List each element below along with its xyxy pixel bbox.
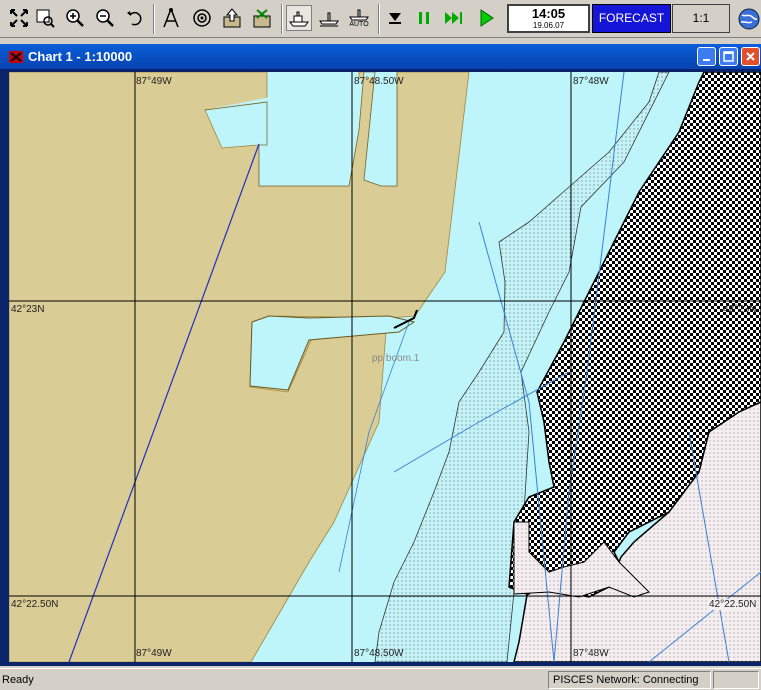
- auto-mode-icon: [349, 9, 369, 21]
- down-button[interactable]: [382, 5, 408, 31]
- zoom-window-icon: [36, 9, 55, 28]
- clock-date: 19.06.07: [532, 21, 565, 30]
- zoom-in-button[interactable]: [62, 5, 88, 31]
- maximize-button[interactable]: [719, 47, 738, 66]
- play-button[interactable]: [473, 5, 499, 31]
- lon-label-top-1: 87°49W: [136, 76, 172, 87]
- export-icon: [223, 8, 241, 28]
- scale-button[interactable]: 1:1: [672, 4, 730, 33]
- status-ready: Ready: [2, 674, 34, 686]
- app-icon: [9, 51, 23, 63]
- target-icon: [193, 9, 211, 27]
- chart-canvas[interactable]: [9, 72, 761, 662]
- minimize-icon: [703, 59, 710, 61]
- lon-label-bottom-1: 87°49W: [136, 648, 172, 659]
- undo-icon: [127, 11, 142, 26]
- fast-forward-icon: [445, 12, 462, 24]
- lat-label-2: 42°22.50N: [11, 599, 59, 610]
- ship-mode-icon: [289, 11, 309, 27]
- maximize-icon: [723, 51, 734, 62]
- lat-label-right-1: 42°23N: [723, 304, 757, 315]
- forecast-button[interactable]: FORECAST: [592, 4, 671, 33]
- undo-button[interactable]: [122, 5, 148, 31]
- lon-label-top-3: 87°48W: [573, 76, 609, 87]
- pause-icon: [419, 12, 429, 24]
- lon-label-bottom-2: 87°48.50W: [354, 648, 404, 659]
- zoom-out-button[interactable]: [92, 5, 118, 31]
- clock-display: 14:05 19.06.07: [507, 4, 590, 33]
- status-cell: [713, 671, 759, 689]
- ship-mode-button[interactable]: [286, 5, 312, 31]
- window-title: Chart 1 - 1:10000: [28, 49, 133, 64]
- layers-icon: [253, 9, 271, 28]
- zoom-out-icon: [96, 9, 114, 27]
- zoom-in-icon: [66, 9, 84, 27]
- nautical-chart[interactable]: 87°49W 87°48.50W 87°48W 87°49W 87°48.50W…: [9, 72, 761, 662]
- auto-mode-button[interactable]: AUTO: [346, 5, 372, 31]
- close-icon: [746, 52, 755, 61]
- fit-chart-button[interactable]: [6, 5, 32, 31]
- fast-forward-button[interactable]: [441, 5, 467, 31]
- minimize-button[interactable]: [697, 47, 716, 66]
- network-globe-button[interactable]: [737, 6, 761, 32]
- ship-mode-2-icon: [319, 12, 339, 27]
- close-button[interactable]: [741, 47, 760, 66]
- clock-time: 14:05: [531, 6, 566, 21]
- down-icon: [389, 13, 401, 24]
- target-button[interactable]: [189, 5, 215, 31]
- compass-button[interactable]: [158, 5, 184, 31]
- export-button[interactable]: [219, 5, 245, 31]
- status-bar: Ready PISCES Network: Connecting: [0, 668, 761, 690]
- auto-label: AUTO: [349, 21, 369, 28]
- ship-mode-2-button[interactable]: [316, 5, 342, 31]
- lon-label-top-2: 87°48.50W: [354, 76, 404, 87]
- chart-window: Chart 1 - 1:10000 87°49W 87°48.50W 87°48…: [0, 44, 761, 666]
- pause-button[interactable]: [411, 5, 437, 31]
- compass-icon: [163, 8, 179, 28]
- window-titlebar[interactable]: Chart 1 - 1:10000: [0, 44, 761, 69]
- lon-label-bottom-3: 87°48W: [573, 648, 609, 659]
- globe-icon: [738, 8, 760, 30]
- toolbar: AUTO 14:05 19.06.07 FORECAST 1:1: [0, 0, 761, 38]
- play-icon: [480, 9, 494, 27]
- status-network: PISCES Network: Connecting: [548, 671, 711, 689]
- lat-label-1: 42°23N: [11, 304, 45, 315]
- layers-button[interactable]: [249, 5, 275, 31]
- zoom-window-button[interactable]: [32, 5, 58, 31]
- object-label[interactable]: pp boom.1: [372, 353, 419, 364]
- fit-chart-icon: [10, 9, 28, 27]
- lat-label-right-2: 42°22.50N: [709, 599, 757, 610]
